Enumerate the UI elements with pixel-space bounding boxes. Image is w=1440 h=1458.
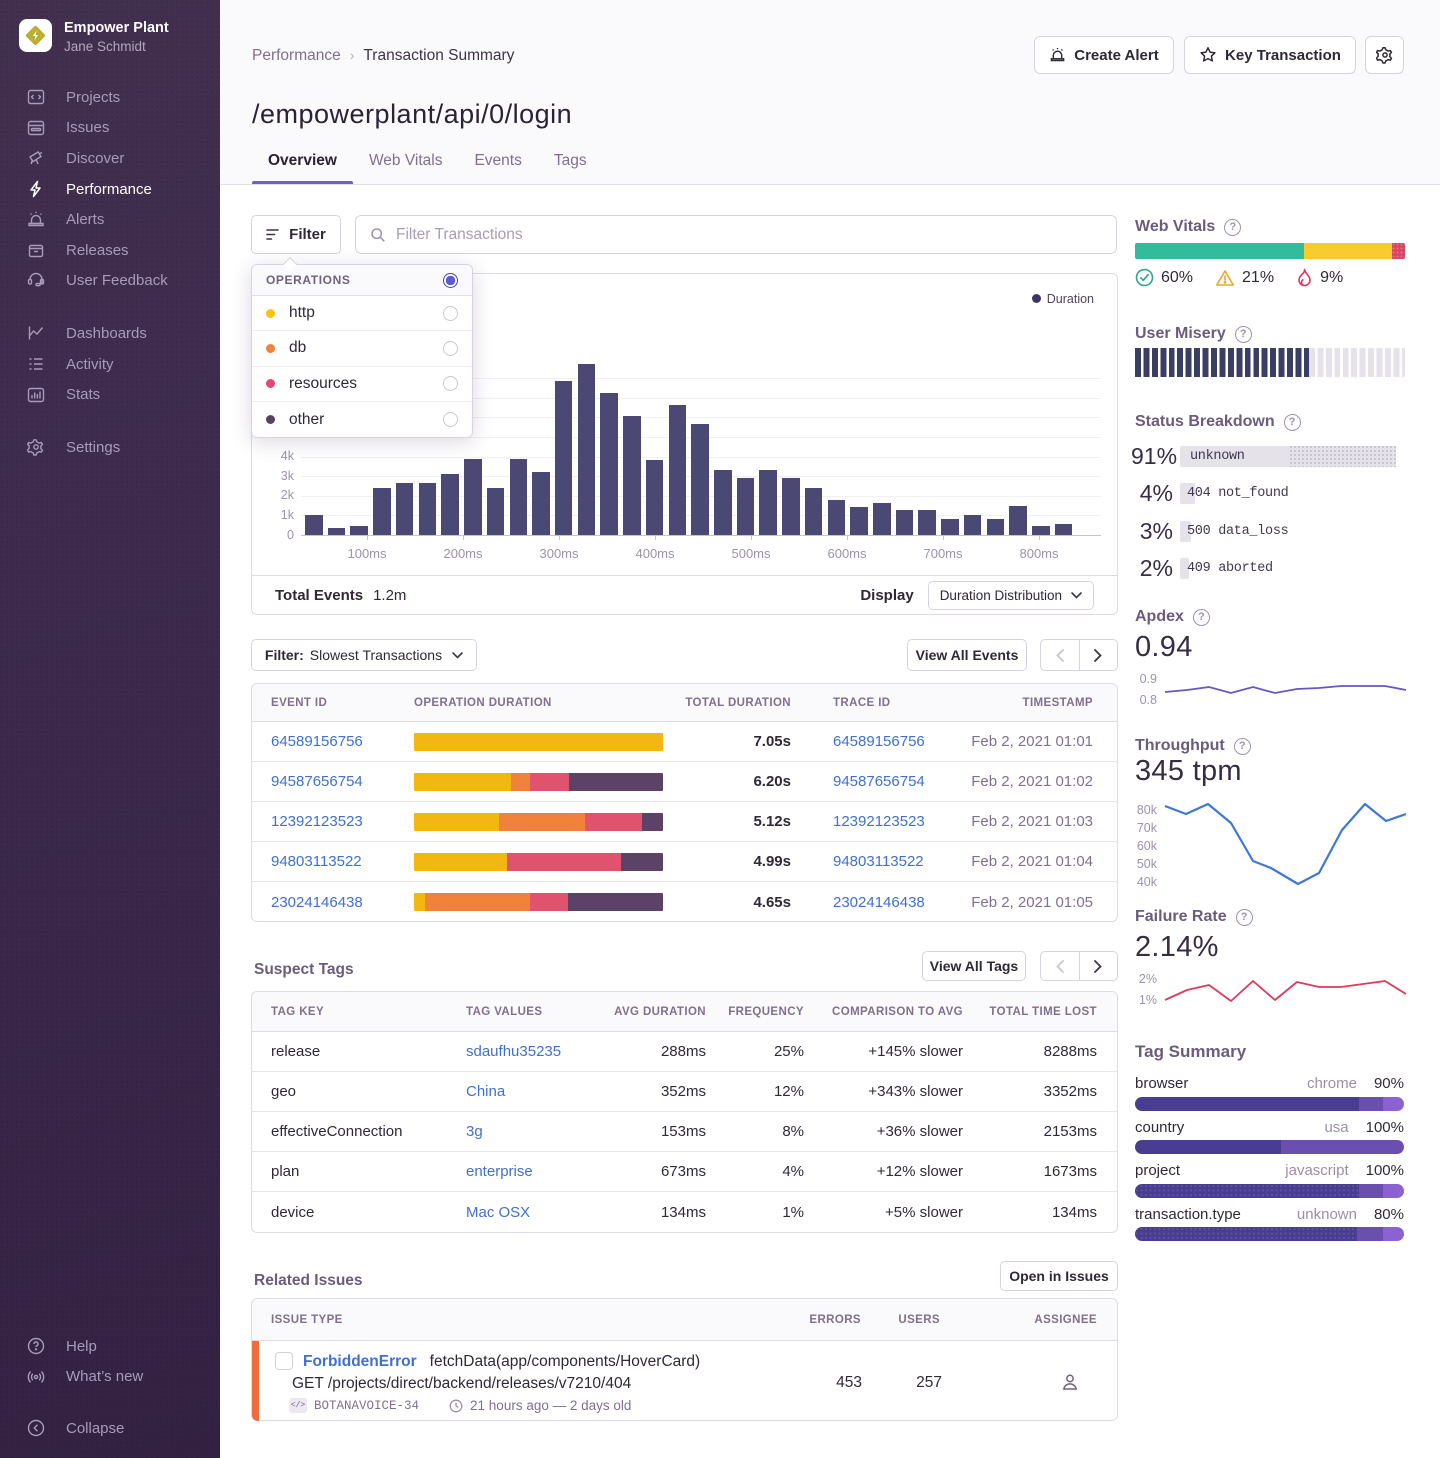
svg-text:70k: 70k — [1137, 821, 1158, 835]
svg-text:50k: 50k — [1137, 857, 1158, 871]
svg-text:60k: 60k — [1137, 839, 1158, 853]
svg-text:0.9: 0.9 — [1140, 672, 1157, 686]
svg-text:1%: 1% — [1139, 993, 1157, 1007]
svg-text:2%: 2% — [1139, 972, 1157, 986]
svg-text:0.8: 0.8 — [1140, 693, 1157, 707]
svg-text:40k: 40k — [1137, 875, 1158, 889]
svg-text:80k: 80k — [1137, 803, 1158, 817]
